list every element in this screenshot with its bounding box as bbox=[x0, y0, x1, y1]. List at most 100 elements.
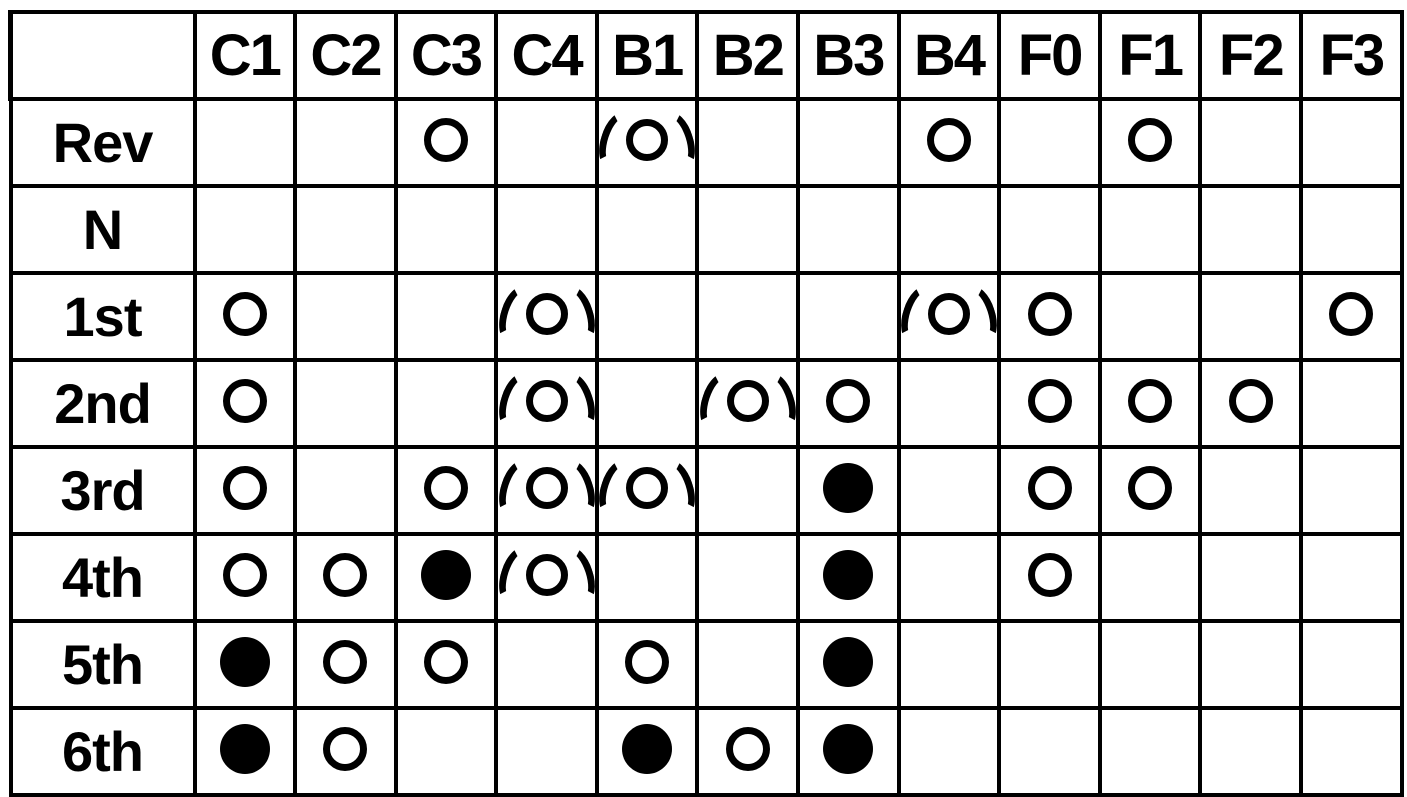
paren-right-icon bbox=[654, 455, 702, 521]
cell-1st-f1 bbox=[1097, 271, 1203, 362]
cell-1st-f0 bbox=[997, 271, 1102, 362]
open-circle-icon bbox=[810, 371, 886, 431]
cell-3rd-b1 bbox=[592, 445, 702, 536]
cell-rev-f3 bbox=[1299, 97, 1404, 188]
open-circle-icon bbox=[609, 632, 685, 692]
paren-left-icon bbox=[492, 368, 539, 434]
cell-4th-f2 bbox=[1198, 532, 1304, 623]
cell-6th-f3 bbox=[1299, 706, 1404, 797]
cell-6th-b1 bbox=[594, 706, 700, 797]
cell-rev-f1 bbox=[1097, 97, 1203, 188]
cell-2nd-b1 bbox=[594, 358, 700, 449]
column-header-b4: B4 bbox=[896, 10, 1002, 101]
table-row: 4th bbox=[8, 532, 1404, 623]
cell-2nd-f2 bbox=[1198, 358, 1304, 449]
cell-1st-f2 bbox=[1198, 271, 1304, 362]
table-row: 6th bbox=[8, 706, 1404, 797]
open-circle-icon bbox=[1012, 458, 1088, 518]
cell-6th-c1 bbox=[192, 706, 298, 797]
table-row: 2nd bbox=[8, 358, 1404, 449]
row-label-3rd: 3rd bbox=[8, 445, 197, 536]
open-circle-icon bbox=[307, 632, 383, 692]
column-header-c2: C2 bbox=[293, 10, 398, 101]
parenthesized-circle-icon bbox=[492, 368, 601, 434]
paren-right-icon bbox=[554, 281, 601, 347]
cell-5th-c2 bbox=[293, 619, 398, 710]
column-header-b1: B1 bbox=[594, 10, 700, 101]
cell-5th-b1 bbox=[594, 619, 700, 710]
open-circle-icon bbox=[307, 719, 383, 779]
open-circle-icon bbox=[1313, 284, 1389, 344]
cell-5th-f3 bbox=[1299, 619, 1404, 710]
cell-rev-c2 bbox=[293, 97, 398, 188]
cell-n-c1 bbox=[192, 184, 298, 275]
parenthesized-circle-icon bbox=[492, 281, 601, 347]
open-circle-icon bbox=[207, 545, 283, 605]
cell-5th-c4 bbox=[494, 619, 599, 710]
cell-3rd-c2 bbox=[293, 445, 398, 536]
cell-1st-c1 bbox=[192, 271, 298, 362]
cell-2nd-b4 bbox=[896, 358, 1002, 449]
cell-1st-b1 bbox=[594, 271, 700, 362]
open-circle-icon bbox=[207, 458, 283, 518]
cell-rev-b1 bbox=[592, 97, 702, 188]
filled-circle-icon bbox=[810, 458, 886, 518]
table-header: C1 C2 C3 C4 B1 B2 B3 B4 F0 F1 F2 F3 bbox=[8, 10, 1404, 101]
parenthesized-circle-icon bbox=[592, 455, 702, 521]
cell-n-c2 bbox=[293, 184, 398, 275]
cell-2nd-f3 bbox=[1299, 358, 1404, 449]
paren-left-icon bbox=[592, 455, 640, 521]
cell-6th-f1 bbox=[1097, 706, 1203, 797]
open-circle-icon bbox=[1012, 545, 1088, 605]
cell-rev-b2 bbox=[695, 97, 801, 188]
cell-rev-f2 bbox=[1198, 97, 1304, 188]
cell-rev-f0 bbox=[997, 97, 1102, 188]
open-circle-icon bbox=[710, 719, 786, 779]
paren-left-icon bbox=[492, 542, 539, 608]
cell-1st-b4 bbox=[894, 271, 1004, 362]
column-header-f2: F2 bbox=[1198, 10, 1304, 101]
header-corner-cell bbox=[8, 10, 197, 101]
cell-6th-f0 bbox=[997, 706, 1102, 797]
cell-2nd-c1 bbox=[192, 358, 298, 449]
table-row: Rev bbox=[8, 97, 1404, 188]
row-label-1st: 1st bbox=[8, 271, 197, 362]
parenthesized-circle-icon bbox=[592, 107, 702, 173]
cell-rev-b4 bbox=[896, 97, 1002, 188]
paren-right-icon bbox=[554, 368, 601, 434]
cell-6th-c3 bbox=[393, 706, 499, 797]
open-circle-icon bbox=[911, 110, 987, 170]
cell-n-f1 bbox=[1097, 184, 1203, 275]
table-row: N bbox=[8, 184, 1404, 275]
filled-circle-icon bbox=[810, 719, 886, 779]
cell-1st-b2 bbox=[695, 271, 801, 362]
row-label-n: N bbox=[8, 184, 197, 275]
cell-5th-f0 bbox=[997, 619, 1102, 710]
paren-left-icon bbox=[693, 368, 740, 434]
paren-left-icon bbox=[492, 455, 539, 521]
row-label-6th: 6th bbox=[8, 706, 197, 797]
open-circle-icon bbox=[408, 110, 484, 170]
paren-right-icon bbox=[554, 542, 601, 608]
cell-6th-b2 bbox=[695, 706, 801, 797]
cell-rev-c1 bbox=[192, 97, 298, 188]
open-circle-icon bbox=[1112, 458, 1188, 518]
cell-3rd-f1 bbox=[1097, 445, 1203, 536]
column-header-b2: B2 bbox=[695, 10, 801, 101]
paren-left-icon bbox=[592, 107, 640, 173]
filled-circle-icon bbox=[408, 545, 484, 605]
paren-left-icon bbox=[492, 281, 539, 347]
parenthesized-circle-icon bbox=[492, 542, 601, 608]
cell-3rd-c1 bbox=[192, 445, 298, 536]
cell-3rd-f0 bbox=[997, 445, 1102, 536]
open-circle-icon bbox=[408, 458, 484, 518]
open-circle-icon bbox=[207, 371, 283, 431]
cell-2nd-b3 bbox=[796, 358, 901, 449]
cell-4th-c3 bbox=[393, 532, 499, 623]
cell-3rd-b4 bbox=[896, 445, 1002, 536]
filled-circle-icon bbox=[609, 719, 685, 779]
cell-3rd-b2 bbox=[695, 445, 801, 536]
cell-2nd-f0 bbox=[997, 358, 1102, 449]
cell-n-f3 bbox=[1299, 184, 1404, 275]
row-label-2nd: 2nd bbox=[8, 358, 197, 449]
